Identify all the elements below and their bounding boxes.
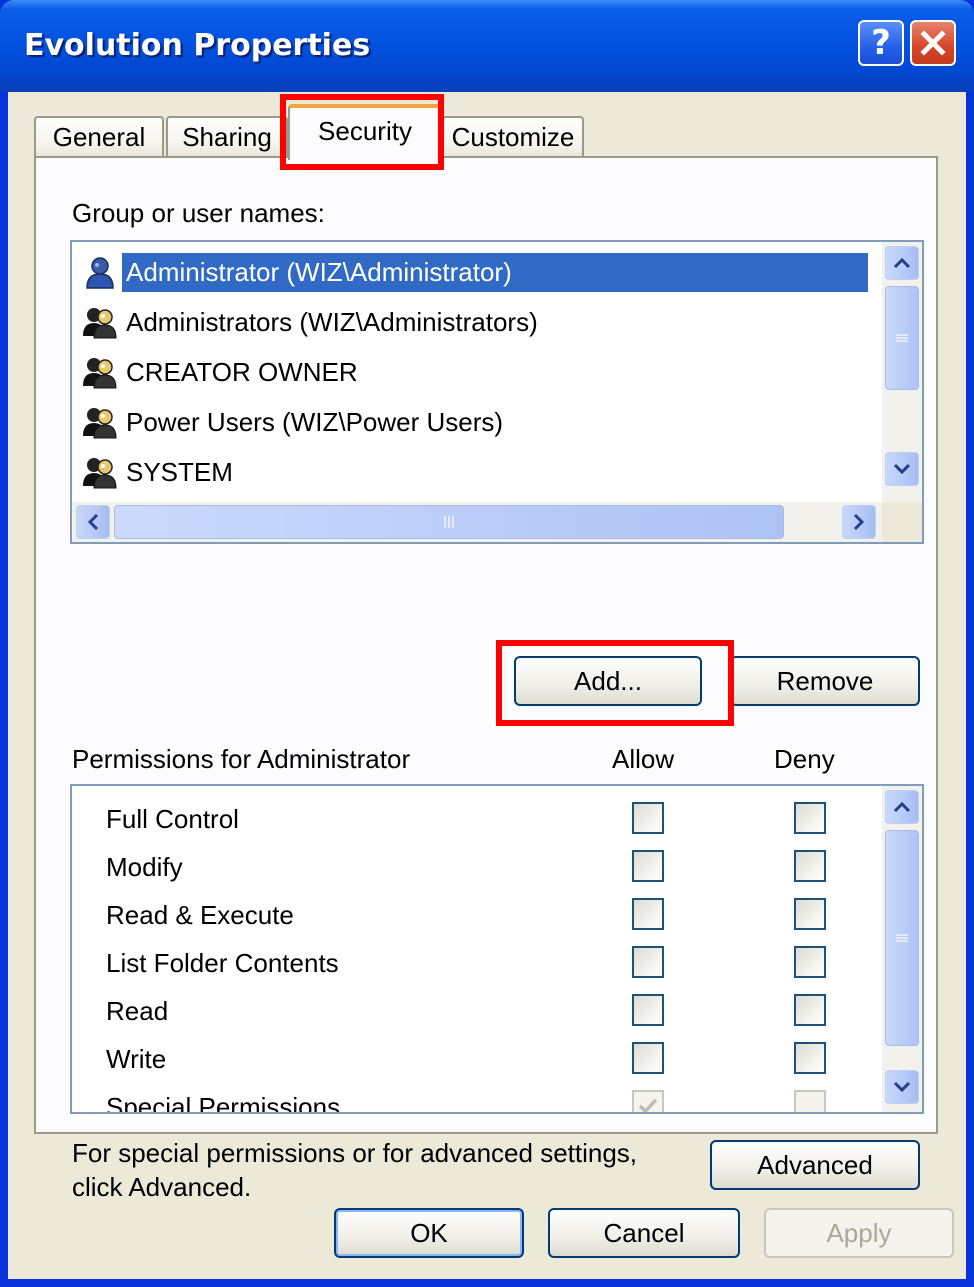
deny-checkbox[interactable]	[794, 1042, 826, 1074]
deny-column-header: Deny	[774, 744, 835, 774]
allow-checkbox[interactable]	[632, 898, 664, 930]
permission-name: List Folder Contents	[106, 948, 339, 978]
permission-row: Write	[72, 1036, 872, 1082]
group-user-listbox[interactable]: Administrator (WIZ\Administrator) Adminis…	[70, 240, 924, 544]
window-frame-right	[966, 92, 974, 1287]
advanced-button[interactable]: Advanced	[710, 1140, 920, 1190]
deny-checkbox[interactable]	[794, 994, 826, 1026]
group-list-item[interactable]: Power Users (WIZ\Power Users)	[78, 398, 868, 446]
apply-button[interactable]: Apply	[764, 1208, 954, 1258]
chevron-right-icon	[853, 513, 865, 531]
tab-customize[interactable]: Customize	[442, 116, 584, 156]
group-list-item-label: SYSTEM	[126, 456, 233, 487]
tab-label: Sharing	[182, 121, 272, 152]
grip-icon	[444, 516, 454, 528]
group-list-vertical-scrollbar[interactable]	[882, 242, 922, 504]
cancel-button[interactable]: Cancel	[548, 1208, 740, 1258]
permission-row: List Folder Contents	[72, 940, 872, 986]
permission-name: Read & Execute	[106, 900, 294, 930]
scrollbar-corner	[882, 502, 922, 542]
scroll-up-button[interactable]	[885, 246, 919, 280]
deny-checkbox[interactable]	[794, 898, 826, 930]
group-list-item[interactable]: Administrators (WIZ\Administrators)	[78, 298, 868, 346]
permission-name: Special Permissions	[106, 1092, 341, 1114]
group-list-item[interactable]: CREATOR OWNER	[78, 348, 868, 396]
window-frame-left	[0, 92, 8, 1287]
deny-checkbox[interactable]	[794, 850, 826, 882]
deny-checkbox	[794, 1090, 826, 1112]
user-icon	[82, 254, 118, 290]
users-group-icon	[82, 304, 118, 340]
remove-button[interactable]: Remove	[730, 656, 920, 706]
permission-name: Full Control	[106, 804, 239, 834]
help-icon: ?	[871, 23, 891, 63]
scroll-left-button[interactable]	[76, 505, 110, 539]
help-button[interactable]: ?	[858, 20, 904, 66]
close-icon	[920, 30, 946, 56]
permission-name: Write	[106, 1044, 167, 1074]
allow-checkbox[interactable]	[632, 850, 664, 882]
allow-checkbox[interactable]	[632, 994, 664, 1026]
allow-checkbox	[632, 1090, 664, 1112]
permission-row: Full Control	[72, 796, 872, 842]
permission-row: Special Permissions	[72, 1084, 872, 1114]
allow-checkbox[interactable]	[632, 1042, 664, 1074]
grip-icon	[896, 934, 908, 942]
users-group-icon	[82, 404, 118, 440]
chevron-up-icon	[893, 801, 911, 813]
group-names-label: Group or user names:	[72, 198, 325, 228]
window-title: Evolution Properties	[24, 28, 371, 63]
allow-checkbox[interactable]	[632, 802, 664, 834]
permissions-vertical-scrollbar[interactable]	[882, 786, 922, 1112]
ok-button[interactable]: OK	[334, 1208, 524, 1258]
dialog-client-area: General Sharing Security Customize Group…	[8, 92, 966, 1279]
highlight-box-security-tab	[280, 94, 444, 170]
horizontal-scroll-thumb[interactable]	[114, 505, 784, 539]
title-bar[interactable]: Evolution Properties ?	[0, 0, 974, 92]
advanced-hint-text: For special permissions or for advanced …	[72, 1138, 638, 1202]
group-list-item-label: Administrator (WIZ\Administrator)	[122, 252, 868, 292]
permission-name: Modify	[106, 852, 183, 882]
scroll-right-button[interactable]	[842, 505, 876, 539]
highlight-box-add-button	[496, 640, 734, 726]
group-list-item[interactable]: Administrator (WIZ\Administrator)	[78, 248, 868, 296]
users-group-icon	[82, 454, 118, 490]
tab-sharing[interactable]: Sharing	[166, 116, 288, 156]
tab-label: Customize	[451, 121, 575, 152]
grip-icon	[896, 334, 908, 342]
permissions-list[interactable]: Full Control Modify Read & Execute List Fol…	[70, 784, 924, 1114]
scroll-up-button[interactable]	[885, 790, 919, 824]
properties-window: Evolution Properties ? General Sharing S…	[0, 0, 974, 1287]
group-list-item-label: Power Users (WIZ\Power Users)	[126, 406, 504, 437]
permission-row: Modify	[72, 844, 872, 890]
deny-checkbox[interactable]	[794, 802, 826, 834]
group-list-horizontal-scrollbar[interactable]	[72, 502, 884, 542]
scroll-thumb[interactable]	[885, 286, 919, 390]
security-tab-page: Group or user names: Administrator (WIZ\…	[34, 156, 938, 1202]
chevron-down-icon	[893, 463, 911, 475]
chevron-left-icon	[87, 513, 99, 531]
group-list-item-label: CREATOR OWNER	[126, 356, 358, 387]
tab-label: General	[52, 121, 146, 152]
permissions-label: Permissions for Administrator	[72, 744, 411, 774]
close-button[interactable]	[910, 20, 956, 66]
permission-row: Read & Execute	[72, 892, 872, 938]
scroll-down-button[interactable]	[885, 1070, 919, 1104]
allow-checkbox[interactable]	[632, 946, 664, 978]
group-list-item-label: Administrators (WIZ\Administrators)	[126, 306, 538, 337]
scroll-down-button[interactable]	[885, 452, 919, 486]
tab-general[interactable]: General	[34, 116, 164, 156]
scroll-thumb[interactable]	[885, 830, 919, 1046]
users-group-icon	[82, 354, 118, 390]
window-frame-bottom	[0, 1279, 974, 1287]
permission-row: Read	[72, 988, 872, 1034]
allow-column-header: Allow	[612, 744, 675, 774]
permission-name: Read	[106, 996, 169, 1026]
group-list-item[interactable]: SYSTEM	[78, 448, 868, 496]
chevron-down-icon	[893, 1081, 911, 1093]
deny-checkbox[interactable]	[794, 946, 826, 978]
chevron-up-icon	[893, 257, 911, 269]
